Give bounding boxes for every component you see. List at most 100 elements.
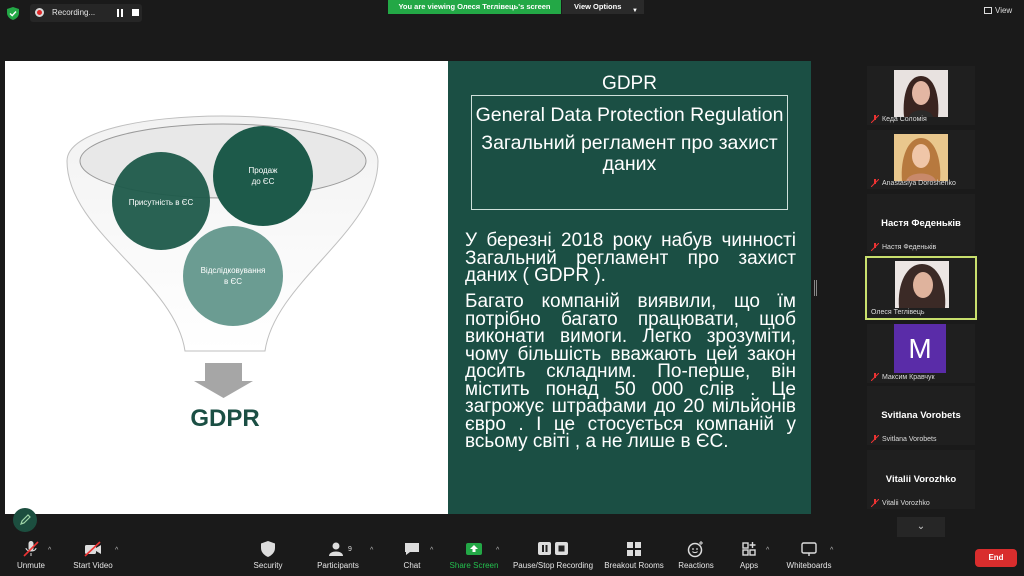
chat-icon bbox=[405, 543, 419, 555]
slide-right-panel: GDPR General Data Protection Regulation … bbox=[448, 61, 811, 514]
pause-stop-recording-button[interactable]: Pause/Stop Recording bbox=[512, 540, 594, 570]
participant-tile[interactable]: Svitlana Vorobets Svitlana Vorobets bbox=[867, 386, 975, 445]
recording-label: Recording... bbox=[52, 8, 96, 17]
start-video-label: Start Video bbox=[73, 561, 113, 570]
view-button[interactable]: View bbox=[984, 6, 1012, 15]
reactions-icon bbox=[687, 541, 703, 558]
participant-tile-active-speaker[interactable]: Олеся Теглівець bbox=[865, 256, 977, 320]
muted-mic-icon bbox=[871, 115, 879, 123]
muted-mic-icon bbox=[871, 499, 879, 507]
unmute-label: Unmute bbox=[16, 561, 45, 570]
participant-photo bbox=[894, 134, 948, 181]
apps-button[interactable]: Apps bbox=[736, 540, 762, 570]
top-bar: Recording... You are viewing Олеся Теглі… bbox=[0, 0, 1024, 26]
participant-photo bbox=[895, 261, 949, 308]
circle-presence-label: Присутність в ЄС bbox=[129, 198, 194, 207]
participants-options-caret[interactable]: ^ bbox=[370, 547, 373, 554]
breakout-rooms-button[interactable]: Breakout Rooms bbox=[604, 540, 664, 570]
pause-stop-recording-label: Pause/Stop Recording bbox=[512, 561, 594, 570]
pause-icon[interactable] bbox=[116, 9, 124, 17]
participant-avatar: M bbox=[894, 324, 946, 373]
shield-icon bbox=[261, 541, 275, 557]
participants-icon bbox=[329, 542, 343, 556]
recording-dot-icon bbox=[35, 8, 44, 17]
view-options-button[interactable]: View Options ▼ bbox=[562, 0, 644, 14]
participant-name: Svitlana Vorobets bbox=[882, 436, 937, 443]
pencil-icon bbox=[20, 514, 31, 525]
muted-mic-icon bbox=[871, 243, 879, 251]
whiteboard-icon bbox=[801, 542, 817, 556]
audio-options-caret[interactable]: ^ bbox=[48, 547, 51, 554]
share-screen-label: Share Screen bbox=[449, 561, 499, 570]
participants-label: Participants bbox=[317, 561, 359, 570]
whiteboards-label: Whiteboards bbox=[786, 561, 832, 570]
security-button[interactable]: Security bbox=[250, 540, 286, 570]
muted-mic-icon bbox=[871, 373, 879, 381]
slide-heading: GDPR bbox=[602, 73, 657, 94]
participant-display-name: Настя Феденьків bbox=[881, 218, 961, 229]
reactions-label: Reactions bbox=[678, 561, 714, 570]
video-options-caret[interactable]: ^ bbox=[115, 547, 118, 554]
whiteboards-button[interactable]: Whiteboards bbox=[784, 540, 834, 570]
circle-tracking-label-2: в ЄС bbox=[224, 277, 242, 286]
participant-tile[interactable]: M Максим Кравчук bbox=[867, 324, 975, 383]
stop-icon[interactable] bbox=[132, 9, 139, 16]
start-video-button[interactable]: Start Video bbox=[70, 540, 116, 570]
muted-mic-icon bbox=[871, 179, 879, 187]
participant-photo bbox=[894, 70, 948, 117]
participants-button[interactable]: Participants bbox=[314, 540, 362, 570]
gallery-scroll-down-button[interactable]: ⌄ bbox=[897, 517, 945, 537]
view-options-label: View Options bbox=[574, 2, 622, 11]
circle-tracking bbox=[183, 226, 283, 326]
pause-stop-icon bbox=[538, 542, 568, 555]
participant-display-name: Svitlana Vorobets bbox=[881, 410, 961, 421]
circle-sales-label-2: до ЄС bbox=[252, 177, 275, 186]
participant-name: Vitalii Vorozhko bbox=[882, 500, 930, 507]
apps-options-caret[interactable]: ^ bbox=[766, 547, 769, 554]
shield-icon[interactable] bbox=[7, 7, 19, 20]
arrow-down-icon bbox=[194, 363, 253, 398]
participant-tile[interactable]: Настя Феденьків Настя Феденьків bbox=[867, 194, 975, 253]
whiteboards-options-caret[interactable]: ^ bbox=[830, 547, 833, 554]
unmute-button[interactable]: Unmute bbox=[12, 540, 50, 570]
resize-handle[interactable] bbox=[814, 280, 817, 296]
funnel-result-label: GDPR bbox=[190, 405, 260, 432]
breakout-rooms-icon bbox=[627, 542, 641, 556]
participant-name: Максим Кравчук bbox=[882, 374, 935, 381]
grid-icon bbox=[984, 7, 992, 14]
circle-sales-label-1: Продаж bbox=[249, 166, 279, 175]
chevron-down-icon: ⌄ bbox=[916, 521, 926, 532]
participant-name: Настя Феденьків bbox=[882, 244, 937, 251]
funnel-diagram: Присутність в ЄС Продаж до ЄС Відслідков… bbox=[66, 115, 379, 398]
slide-left-panel: Присутність в ЄС Продаж до ЄС Відслідков… bbox=[5, 61, 448, 514]
apps-label: Apps bbox=[739, 561, 759, 570]
viewing-banner: You are viewing Олеся Теглівець's screen bbox=[388, 0, 561, 14]
paragraph-1: У березні 2018 року набув чинності Загал… bbox=[465, 230, 796, 286]
chat-label: Chat bbox=[403, 561, 421, 570]
muted-mic-icon bbox=[871, 435, 879, 443]
definition-ua: Загальний регламент про захист даних bbox=[481, 132, 778, 175]
participant-tile[interactable]: Anastasiya Doroshenko bbox=[867, 130, 975, 189]
participants-count: 9 bbox=[348, 546, 352, 553]
recording-indicator: Recording... bbox=[30, 4, 142, 22]
chat-options-caret[interactable]: ^ bbox=[430, 547, 433, 554]
video-off-icon bbox=[84, 541, 101, 557]
reactions-button[interactable]: Reactions bbox=[676, 540, 716, 570]
participant-name: Кеда Соломія bbox=[882, 116, 927, 123]
shared-screen: Присутність в ЄС Продаж до ЄС Відслідков… bbox=[5, 61, 811, 514]
share-screen-button[interactable]: Share Screen bbox=[448, 540, 500, 570]
meeting-toolbar: Unmute ^ Start Video ^ Security Particip… bbox=[0, 538, 1024, 576]
participant-tile[interactable]: Кеда Соломія bbox=[867, 66, 975, 125]
share-options-caret[interactable]: ^ bbox=[496, 547, 499, 554]
share-screen-icon bbox=[466, 543, 482, 555]
annotate-pencil-button[interactable] bbox=[13, 508, 37, 532]
participant-name: Anastasiya Doroshenko bbox=[882, 180, 956, 187]
breakout-rooms-label: Breakout Rooms bbox=[604, 561, 664, 570]
view-button-label: View bbox=[995, 6, 1013, 15]
participant-tile[interactable]: Vitalii Vorozhko Vitalii Vorozhko bbox=[867, 450, 975, 509]
circle-sales bbox=[213, 126, 313, 226]
end-meeting-button[interactable]: End bbox=[975, 549, 1017, 567]
chat-button[interactable]: Chat bbox=[398, 540, 426, 570]
participant-name: Олеся Теглівець bbox=[871, 309, 925, 316]
definition-en: General Data Protection Regulation bbox=[475, 104, 784, 126]
